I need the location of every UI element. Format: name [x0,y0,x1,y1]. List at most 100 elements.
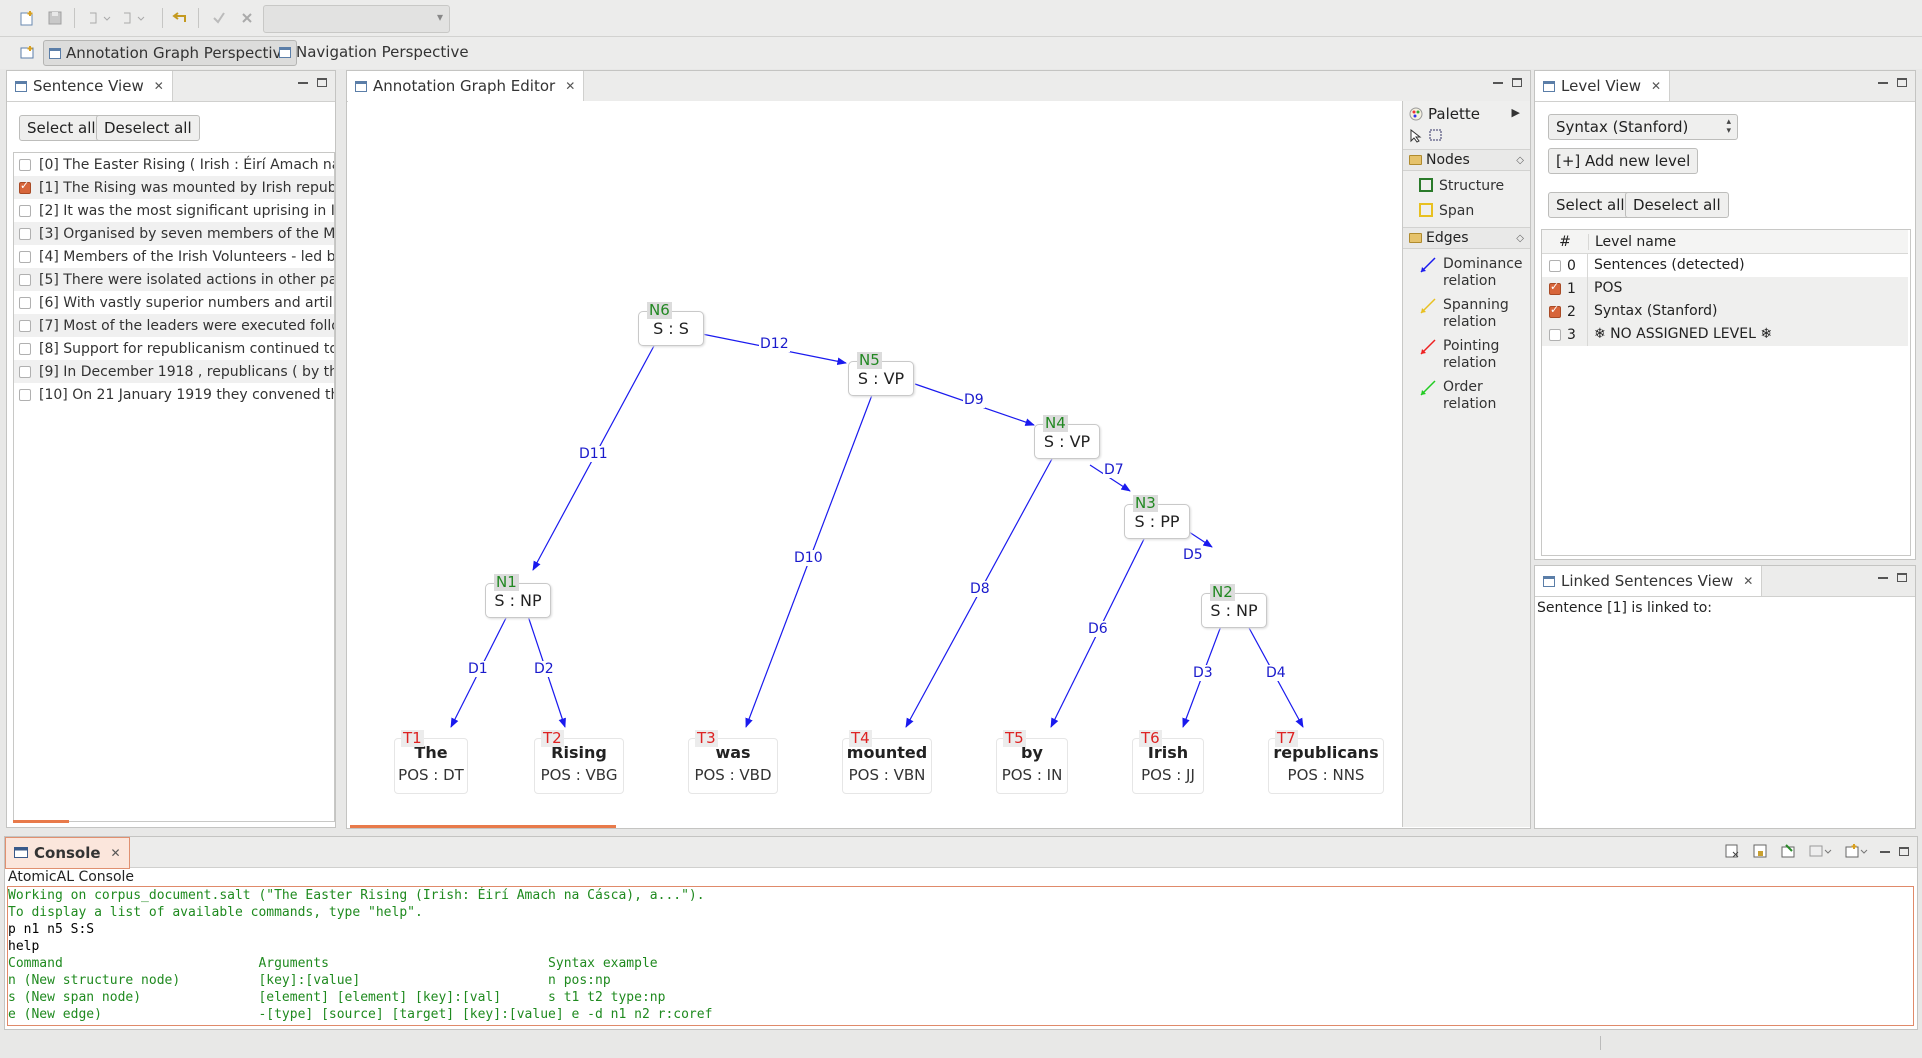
tab-sentence-view[interactable]: Sentence View ✕ [7,71,173,101]
level-select[interactable]: Syntax (Stanford) ▴ ▾ [1548,114,1738,140]
sentence-row[interactable]: [6] With vastly superior numbers and art… [14,291,334,314]
maximize-icon[interactable] [1512,78,1522,87]
palette-item-dominance[interactable]: Dominance relation [1419,256,1523,290]
sentence-checkbox[interactable] [19,250,31,263]
minimize-icon[interactable] [1880,847,1890,853]
select-tool-icon[interactable] [1409,129,1423,143]
sentence-row[interactable]: [2] It was the most significant uprising… [14,199,334,222]
sentence-checkbox[interactable] [19,158,31,171]
sentence-checkbox[interactable] [19,365,31,378]
level-name: ❄ NO ASSIGNED LEVEL ❄ [1587,323,1772,346]
sentence-checkbox[interactable] [19,319,31,332]
scroll-indicator[interactable] [350,825,616,828]
token-id: T5 [1003,729,1026,747]
maximize-icon[interactable] [1897,573,1907,582]
perspective-navigation[interactable]: Navigation Perspective [274,40,474,64]
column-header[interactable]: # [1542,234,1588,250]
sentence-row[interactable]: [4] Members of the Irish Volunteers - le… [14,245,334,268]
level-row[interactable]: 2 Syntax (Stanford) [1542,300,1908,323]
sentence-row[interactable]: [9] In December 1918 , republicans ( by … [14,360,334,383]
tab-linked-sentences[interactable]: Linked Sentences View ✕ [1535,566,1763,596]
sentence-row[interactable]: [10] On 21 January 1919 they convened th… [14,383,334,406]
level-checkbox[interactable] [1549,259,1561,272]
deselect-all-button[interactable]: Deselect all [96,115,200,141]
sentence-checkbox[interactable] [19,388,31,401]
palette-item-spanning[interactable]: Spanning relation [1419,297,1509,331]
console-line: Working on corpus_document.salt ("The Ea… [8,888,705,903]
sentence-row[interactable]: [8] Support for republicanism continued … [14,337,334,360]
collapse-icon[interactable]: ◇ [1516,155,1524,166]
new-file-icon[interactable] [16,7,38,29]
sentence-row[interactable]: [7] Most of the leaders were executed fo… [14,314,334,337]
sentence-checkbox[interactable] [19,179,31,194]
minimize-icon[interactable] [1878,573,1888,579]
minimize-icon[interactable] [1878,78,1888,84]
pin-console-icon[interactable] [1780,843,1796,859]
toolbar-combo[interactable]: ▾ [263,5,450,33]
pointing-edge-icon [1420,339,1436,355]
palette-item-pointing[interactable]: Pointing relation [1419,338,1499,372]
perspective-annotation-graph[interactable]: Annotation Graph Perspective [43,40,297,66]
level-row[interactable]: 1 POS [1542,277,1908,300]
sentence-checkbox[interactable] [19,204,31,217]
palette-section-edges[interactable]: Edges ◇ [1403,227,1530,249]
nav-forward-icon[interactable] [118,7,148,29]
open-perspective-icon[interactable] [16,42,38,64]
marquee-tool-icon[interactable] [1429,129,1443,143]
node-id: N1 [494,573,519,591]
level-checkbox[interactable] [1549,328,1561,341]
sentence-checkbox[interactable] [19,227,31,240]
clear-console-icon[interactable] [1724,843,1740,859]
close-icon[interactable]: ✕ [154,79,164,93]
close-icon[interactable]: ✕ [565,79,575,93]
palette-item-structure[interactable]: Structure [1419,178,1504,195]
spinner-icon: ▴ ▾ [1726,117,1731,136]
sentence-row[interactable]: [0] The Easter Rising ( Irish : Éirí Ama… [14,153,334,176]
scroll-lock-icon[interactable] [1752,843,1768,859]
sentence-checkbox[interactable] [19,296,31,309]
minimize-icon[interactable] [298,78,308,84]
sentence-row[interactable]: [3] Organised by seven members of the Mi… [14,222,334,245]
add-new-level-button[interactable]: [+] Add new level [1548,148,1699,174]
maximize-icon[interactable] [317,78,327,87]
tab-level-view[interactable]: Level View ✕ [1535,71,1671,101]
close-icon[interactable] [236,7,258,29]
column-header[interactable]: Level name [1588,233,1676,250]
palette-item-span[interactable]: Span [1419,203,1474,220]
deselect-all-button[interactable]: Deselect all [1625,192,1729,218]
sentence-list: [0] The Easter Rising ( Irish : Éirí Ama… [13,152,335,822]
sentence-row[interactable]: [5] There were isolated actions in other… [14,268,334,291]
level-row[interactable]: 3 ❄ NO ASSIGNED LEVEL ❄ [1542,323,1908,346]
graph-canvas[interactable]: D12 D11 D10 D9 D8 D7 D6 D5 D4 D3 D2 D1 S… [348,101,1402,827]
close-icon[interactable]: ✕ [1651,79,1661,93]
maximize-icon[interactable] [1897,78,1907,87]
level-row[interactable]: 0 Sentences (detected) [1542,254,1908,277]
level-checkbox[interactable] [1549,280,1561,295]
edge-label: D11 [578,446,609,462]
open-console-icon[interactable] [1844,843,1868,859]
palette-header[interactable]: Palette [1409,105,1480,123]
save-icon[interactable] [44,7,66,29]
close-icon[interactable]: ✕ [1743,574,1753,588]
collapse-arrow-icon[interactable]: ▶ [1512,106,1520,119]
maximize-icon[interactable] [1899,846,1909,856]
close-icon[interactable]: ✕ [111,846,121,860]
display-console-icon[interactable] [1808,843,1832,859]
check-icon[interactable] [208,7,230,29]
minimize-icon[interactable] [1493,78,1503,84]
palette-item-order[interactable]: Order relation [1419,379,1496,413]
tab-annotation-graph-editor[interactable]: Annotation Graph Editor ✕ [347,71,585,101]
sentence-checkbox[interactable] [19,273,31,286]
select-all-button[interactable]: Select all [1548,192,1633,218]
sentence-checkbox[interactable] [19,342,31,355]
collapse-icon[interactable]: ◇ [1516,233,1524,244]
tab-console[interactable]: Console ✕ [5,837,130,869]
console-output[interactable]: Working on corpus_document.salt ("The Ea… [7,886,1914,1026]
undo-icon[interactable] [168,7,190,29]
select-all-button[interactable]: Select all [19,115,104,141]
sentence-row[interactable]: [1] The Rising was mounted by Irish repu… [14,176,334,199]
nav-back-icon[interactable] [84,7,114,29]
level-checkbox[interactable] [1549,303,1561,318]
scroll-indicator[interactable] [13,820,69,823]
palette-section-nodes[interactable]: Nodes ◇ [1403,149,1530,171]
